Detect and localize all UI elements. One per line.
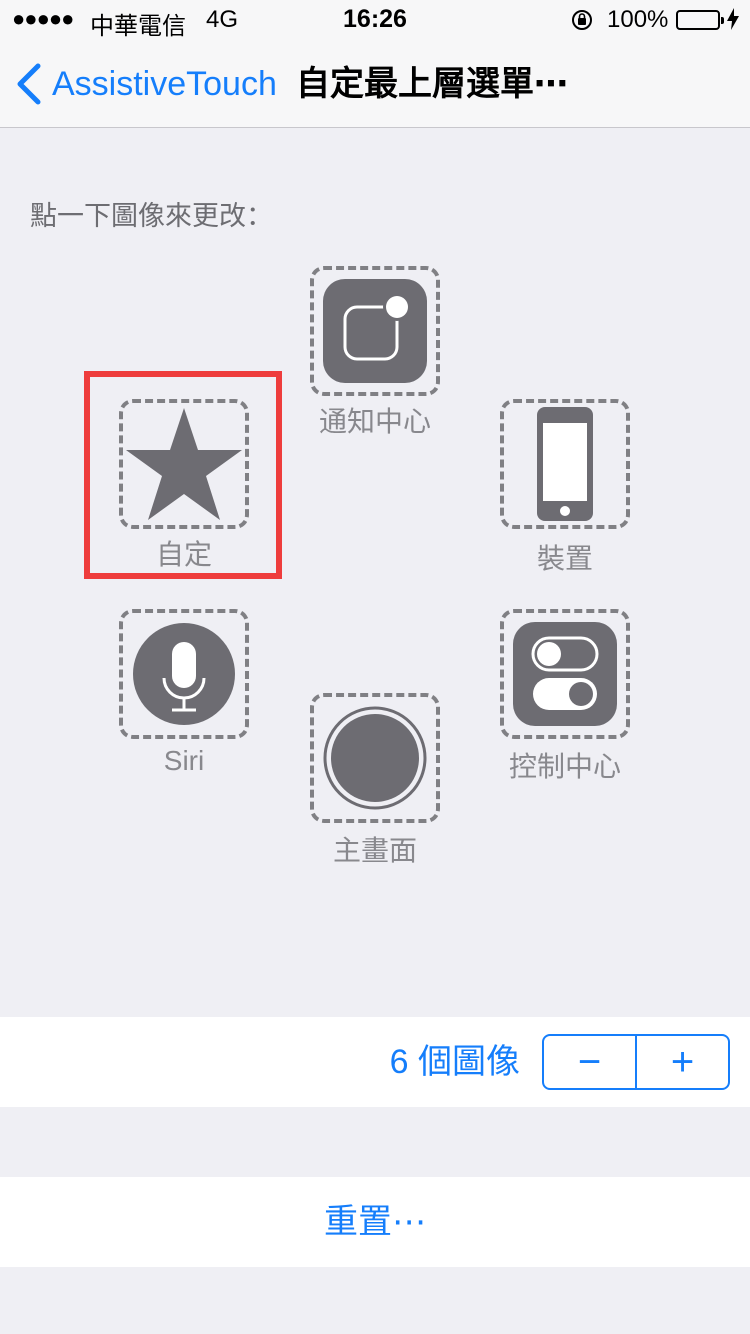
control-center-toggle-icon xyxy=(513,622,617,726)
rotation-lock-icon xyxy=(570,8,594,39)
device-phone-icon xyxy=(537,407,593,521)
battery-percent: 100% xyxy=(607,6,669,33)
back-button[interactable]: AssistiveTouch xyxy=(14,40,277,128)
slot-label: 主畫面 xyxy=(332,835,417,866)
star-icon xyxy=(126,408,242,520)
status-bar: ●●●●● 中華電信 4G 16:26 100% xyxy=(0,0,750,40)
navigation-bar: AssistiveTouch 自定最上層選單⋯ xyxy=(0,40,750,128)
slot-label: 控制中心 xyxy=(508,751,621,782)
icon-count-stepper: − + xyxy=(542,1034,730,1090)
slot-box xyxy=(500,609,630,739)
charging-bolt-icon xyxy=(726,7,740,37)
page-title: 自定最上層選單⋯ xyxy=(296,65,568,103)
notification-center-icon xyxy=(323,279,427,383)
slot-label: 裝置 xyxy=(536,543,593,574)
back-button-label: AssistiveTouch xyxy=(52,64,277,103)
slot-device[interactable]: 裝置 xyxy=(500,399,630,574)
slot-label: 通知中心 xyxy=(318,406,431,437)
slot-notification-center[interactable]: 通知中心 xyxy=(310,266,440,437)
slot-box xyxy=(119,399,249,529)
slot-custom[interactable]: 自定 xyxy=(119,399,249,570)
decrement-button[interactable]: − xyxy=(544,1036,635,1088)
slot-siri[interactable]: Siri xyxy=(119,609,249,776)
reset-button[interactable]: 重置⋯ xyxy=(0,1177,750,1267)
slot-label: Siri xyxy=(163,745,205,776)
instruction-text: 點一下圖像來更改： xyxy=(30,201,273,231)
slot-box xyxy=(310,266,440,396)
battery-icon xyxy=(676,10,724,30)
microphone-icon xyxy=(133,623,235,725)
icon-count-label: 6 個圖像 xyxy=(389,1043,520,1081)
icon-count-row: 6 個圖像 − + xyxy=(0,1017,750,1107)
slot-box xyxy=(119,609,249,739)
slot-control-center[interactable]: 控制中心 xyxy=(500,609,630,782)
increment-button[interactable]: + xyxy=(637,1036,728,1088)
slot-home[interactable]: 主畫面 xyxy=(310,693,440,866)
chevron-left-icon xyxy=(17,63,41,105)
slot-box xyxy=(500,399,630,529)
slot-label: 自定 xyxy=(155,539,212,570)
home-button-icon xyxy=(323,706,427,810)
slot-box xyxy=(310,693,440,823)
screen: ●●●●● 中華電信 4G 16:26 100% AssistiveTouch … xyxy=(0,0,750,1334)
